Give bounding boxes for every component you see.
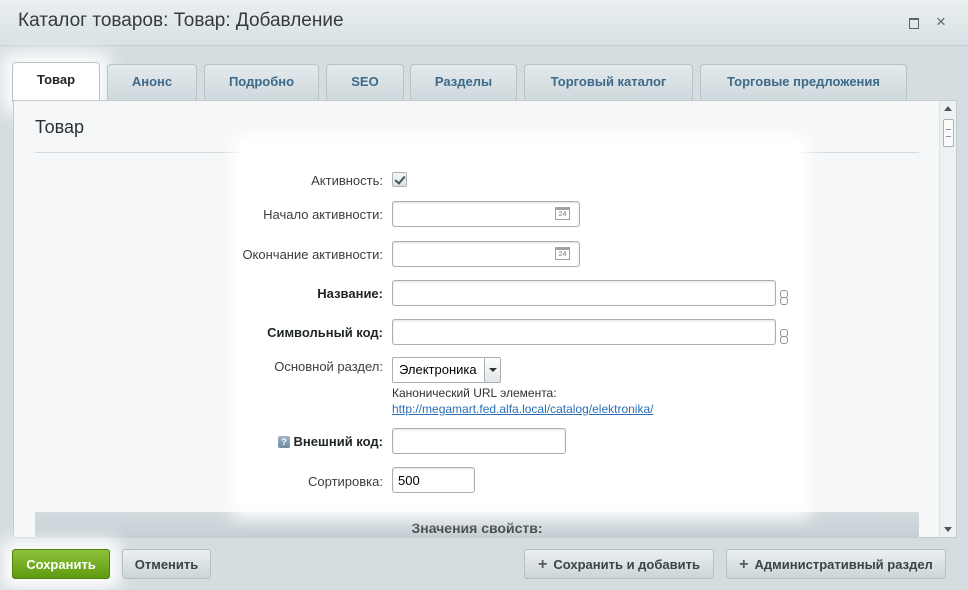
help-icon[interactable]: ?	[278, 436, 290, 448]
name-input[interactable]	[392, 280, 776, 306]
code-label: Символьный код:	[267, 325, 383, 340]
section-title: Товар	[35, 117, 84, 137]
section-select-value: Электроника	[399, 362, 477, 377]
close-icon[interactable]: ×	[932, 13, 950, 31]
scroll-down-icon[interactable]	[944, 527, 952, 532]
calendar-icon[interactable]: 24	[555, 207, 570, 220]
admin-section-label: Административный раздел	[754, 557, 933, 572]
maximize-icon[interactable]	[905, 13, 923, 31]
scrollbar[interactable]	[939, 101, 956, 537]
link-icon[interactable]	[780, 329, 788, 344]
save-and-add-label: Сохранить и добавить	[553, 557, 700, 572]
active-label: Активность:	[311, 173, 383, 188]
title-bar[interactable]: Каталог товаров: Товар: Добавление ×	[0, 0, 968, 46]
save-button[interactable]: Сохранить	[12, 549, 110, 579]
tab-product[interactable]: Товар	[12, 62, 100, 102]
start-date-input[interactable]	[392, 201, 580, 227]
tab-trade-offers[interactable]: Торговые предложения	[700, 64, 907, 100]
end-date-label: Окончание активности:	[242, 247, 383, 262]
tab-announce[interactable]: Анонс	[107, 64, 197, 100]
link-icon[interactable]	[780, 290, 788, 305]
plus-icon: +	[739, 556, 749, 573]
sort-label: Сортировка:	[308, 474, 383, 489]
tab-sections[interactable]: Разделы	[410, 64, 517, 100]
edit-dialog: Каталог товаров: Товар: Добавление × Тов…	[0, 0, 968, 590]
external-code-label: Внешний код:	[293, 434, 383, 449]
tab-bar: Товар Анонс Подробно SEO Разделы Торговы…	[0, 62, 968, 102]
plus-icon: +	[538, 556, 548, 573]
tab-trade-catalog[interactable]: Торговый каталог	[524, 64, 693, 100]
chevron-down-icon[interactable]	[484, 358, 500, 382]
section-label: Основной раздел:	[274, 359, 383, 374]
cancel-button[interactable]: Отменить	[122, 549, 211, 579]
start-date-label: Начало активности:	[263, 207, 383, 222]
active-checkbox[interactable]	[392, 172, 407, 187]
end-date-input[interactable]	[392, 241, 580, 267]
external-code-input[interactable]	[392, 428, 566, 454]
button-bar: Сохранить Отменить + Сохранить и добавить…	[0, 538, 968, 590]
tab-seo[interactable]: SEO	[326, 64, 404, 100]
scroll-thumb[interactable]	[943, 119, 954, 147]
save-and-add-button[interactable]: + Сохранить и добавить	[524, 549, 714, 579]
scroll-up-icon[interactable]	[944, 106, 952, 111]
sort-input[interactable]	[392, 467, 475, 493]
canonical-url-link[interactable]: http://megamart.fed.alfa.local/catalog/e…	[392, 402, 653, 416]
tab-details[interactable]: Подробно	[204, 64, 319, 100]
admin-section-button[interactable]: + Административный раздел	[726, 549, 946, 579]
canonical-label: Канонический URL элемента:	[392, 386, 557, 400]
name-label: Название:	[317, 286, 383, 301]
section-select[interactable]: Электроника	[392, 357, 501, 383]
code-input[interactable]	[392, 319, 776, 345]
properties-header[interactable]: Значения свойств:	[35, 512, 919, 538]
calendar-icon[interactable]: 24	[555, 247, 570, 260]
dialog-title: Каталог товаров: Товар: Добавление	[18, 10, 344, 31]
